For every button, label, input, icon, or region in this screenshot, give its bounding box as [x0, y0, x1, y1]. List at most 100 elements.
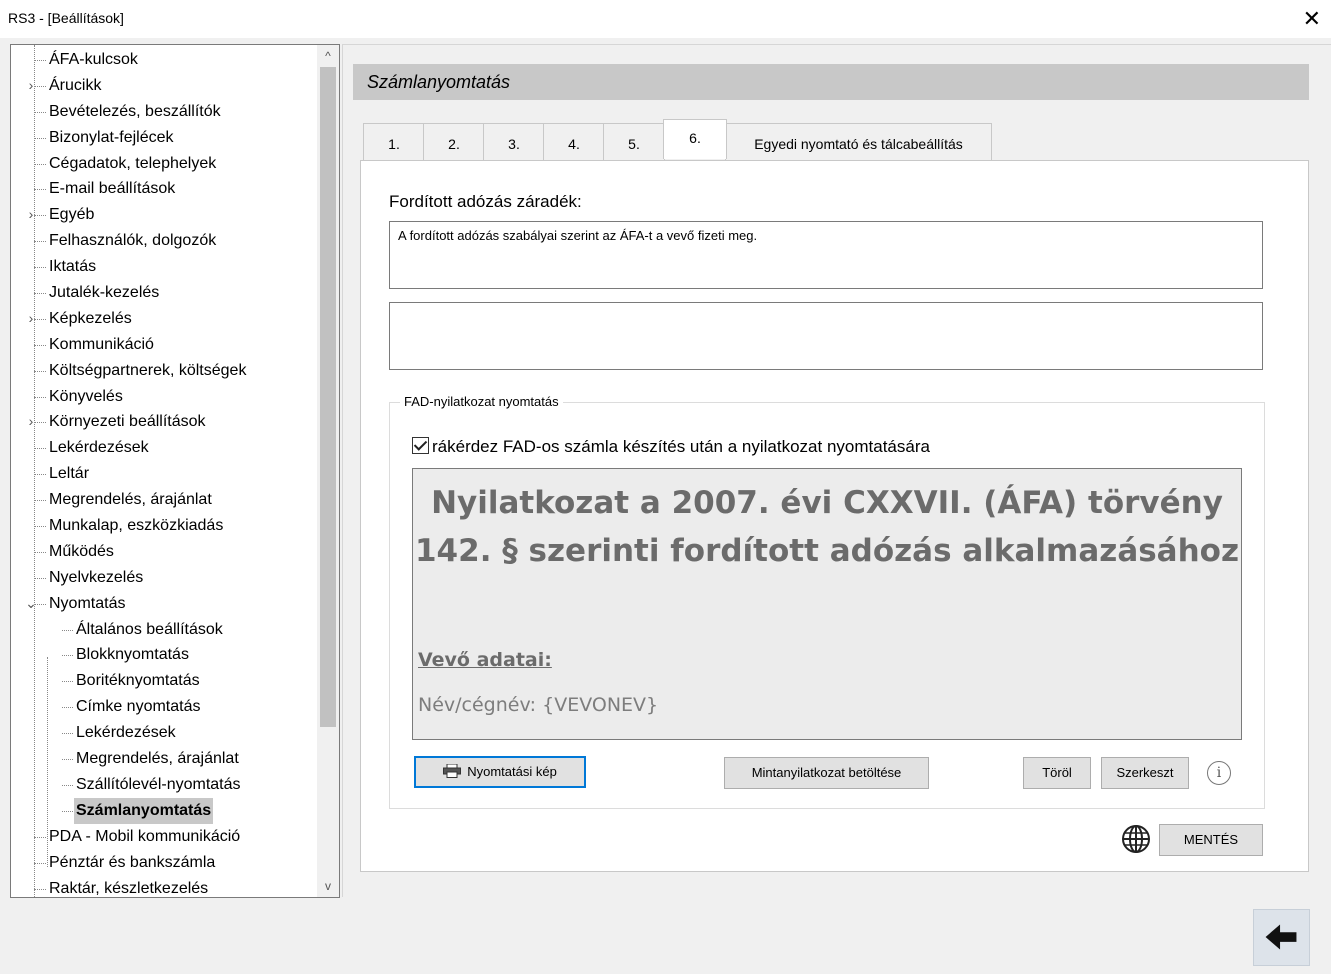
tree-item-label: PDA - Mobil kommunikáció — [49, 827, 241, 845]
fad-group-legend: FAD-nyilatkozat nyomtatás — [400, 394, 563, 409]
tree-item[interactable]: Lekérdezések — [11, 720, 316, 746]
tree-item-label: Nyomtatás — [49, 594, 126, 612]
tab-panel: Fordított adózás záradék: A fordított ad… — [360, 160, 1309, 872]
edit-button[interactable]: Szerkeszt — [1101, 757, 1189, 789]
tree-connector — [34, 241, 46, 243]
tree-item[interactable]: › Képkezelés — [11, 306, 316, 332]
tree-item-label: Címke nyomtatás — [76, 698, 201, 716]
chevron-right-icon[interactable]: › — [25, 73, 37, 99]
tree-item[interactable]: ⌄ Nyomtatás — [11, 591, 316, 617]
section-title: Számlanyomtatás — [367, 72, 511, 92]
tree-item[interactable]: Szállítólevél-nyomtatás — [11, 772, 316, 798]
reverse-charge-label: Fordított adózás záradék: — [389, 192, 582, 211]
chevron-right-icon[interactable]: › — [25, 202, 37, 228]
tree-item-label: Működés — [49, 542, 114, 560]
tree-connector — [34, 888, 46, 890]
chevron-down-icon[interactable]: ⌄ — [25, 591, 37, 617]
tree-item[interactable]: E-mail beállítások — [11, 176, 316, 202]
scroll-down-icon[interactable]: v — [317, 877, 339, 895]
chevron-right-icon[interactable]: › — [25, 409, 37, 435]
tree-connector — [34, 862, 46, 864]
tree-item[interactable]: Bevételezés, beszállítók — [11, 99, 316, 125]
tree-connector — [62, 759, 73, 761]
settings-content: Számlanyomtatás 1. 2. 3. 4. 5. 6. Egyedi nyomt… — [342, 44, 1331, 897]
tree-item[interactable]: ÁFA-kulcsok — [11, 47, 316, 73]
tree-item[interactable]: Nyelvkezelés — [11, 565, 316, 591]
chevron-right-icon[interactable]: › — [25, 306, 37, 332]
tree-item-label: Boritéknyomtatás — [76, 672, 200, 690]
back-button[interactable] — [1253, 909, 1310, 966]
tree-connector — [62, 629, 73, 631]
globe-icon[interactable] — [1121, 824, 1151, 854]
tree-item[interactable]: Megrendelés, árajánlat — [11, 487, 316, 513]
tree-connector — [34, 836, 46, 838]
tree-item-label: Iktatás — [49, 258, 97, 276]
tree-item-label: Blokknyomtatás — [76, 646, 189, 664]
tree-item-label: E-mail beállítások — [49, 180, 176, 198]
tab-7[interactable]: Egyedi nyomtató és tálcabeállítás — [725, 123, 992, 161]
tree-item[interactable]: Általános beállítások — [11, 617, 316, 643]
tree-item[interactable]: Cégadatok, telephelyek — [11, 151, 316, 177]
tree-item[interactable]: Működés — [11, 539, 316, 565]
tree-item[interactable]: Blokknyomtatás — [11, 642, 316, 668]
close-icon[interactable]: ✕ — [1303, 6, 1321, 32]
save-button[interactable]: MENTÉS — [1159, 824, 1263, 856]
reverse-charge-text-2[interactable] — [389, 302, 1263, 370]
printer-icon — [443, 764, 462, 778]
tab-6[interactable]: 6. — [663, 119, 727, 159]
tree-item[interactable]: Címke nyomtatás — [11, 694, 316, 720]
tree-item[interactable]: › Környezeti beállítások — [11, 409, 316, 435]
tree-item[interactable]: › Árucikk — [11, 73, 316, 99]
tree-connector — [34, 163, 46, 165]
tab-3[interactable]: 3. — [483, 123, 545, 161]
tree-item[interactable]: Boritéknyomtatás — [11, 668, 316, 694]
tree-item[interactable]: Leltár — [11, 461, 316, 487]
buyer-name-line: Név/cégnév: {VEVONEV} — [418, 694, 659, 716]
tab-4[interactable]: 4. — [543, 123, 605, 161]
tree-item-label: ÁFA-kulcsok — [49, 51, 138, 68]
tree-connector — [62, 733, 73, 735]
tree-item[interactable]: › Egyéb — [11, 202, 316, 228]
fad-ask-checkbox[interactable]: rákérdez FAD-os számla készítés után a n… — [412, 437, 930, 457]
tree-item-label: Raktár, készletkezelés — [49, 879, 209, 897]
tree-item[interactable]: Felhasználók, dolgozók — [11, 228, 316, 254]
tree-item-label: Egyéb — [49, 206, 95, 224]
tree-item[interactable]: Számlanyomtatás — [11, 797, 316, 824]
tree-item-label: Költségpartnerek, költségek — [49, 361, 247, 379]
tree-item[interactable]: Munkalap, eszközkiadás — [11, 513, 316, 539]
tree-item[interactable]: PDA - Mobil kommunikáció — [11, 824, 316, 850]
tree-item-label: Jutalék-kezelés — [49, 284, 160, 302]
tree-item[interactable]: Lekérdezések — [11, 435, 316, 461]
scroll-up-icon[interactable]: ^ — [317, 47, 339, 65]
tree-item-label: Munkalap, eszközkiadás — [49, 517, 224, 535]
tree-item-label: Felhasználók, dolgozók — [49, 232, 217, 250]
tree-item[interactable]: Költségpartnerek, költségek — [11, 358, 316, 384]
info-icon[interactable]: i — [1207, 761, 1231, 785]
tree-item[interactable]: Iktatás — [11, 254, 316, 280]
checkbox-checked-icon[interactable] — [412, 437, 429, 454]
tree-item-label: Szállítólevél-nyomtatás — [76, 775, 241, 793]
tab-5[interactable]: 5. — [603, 123, 665, 161]
tree-item-label: Árucikk — [49, 76, 102, 94]
delete-button[interactable]: Töröl — [1023, 757, 1091, 789]
tree-scrollbar[interactable]: ^ v — [317, 45, 339, 897]
tree-item-label: Bevételezés, beszállítók — [49, 102, 221, 120]
scrollbar-thumb[interactable] — [320, 67, 336, 727]
print-preview-label: Nyomtatási kép — [467, 764, 557, 779]
tree-item-label: Megrendelés, árajánlat — [76, 750, 239, 768]
tree-item[interactable]: Bizonylat-fejlécek — [11, 125, 316, 151]
tab-2[interactable]: 2. — [423, 123, 485, 161]
reverse-charge-text-1[interactable]: A fordított adózás szabályai szerint az … — [389, 221, 1263, 289]
tree-item[interactable]: Könyvelés — [11, 384, 316, 410]
tree-item[interactable]: Raktár, készletkezelés — [11, 876, 316, 898]
tree-connector — [34, 60, 46, 61]
tree-item[interactable]: Jutalék-kezelés — [11, 280, 316, 306]
tree-item[interactable]: Kommunikáció — [11, 332, 316, 358]
tree-item[interactable]: Megrendelés, árajánlat — [11, 746, 316, 772]
load-sample-button[interactable]: Mintanyilatkozat betöltése — [724, 757, 929, 789]
tree-item[interactable]: Pénztár és bankszámla — [11, 850, 316, 876]
tree-list: ÁFA-kulcsok › Árucikk Bevételezés, beszállí… — [11, 47, 316, 898]
tab-1[interactable]: 1. — [363, 123, 425, 161]
print-preview-button[interactable]: Nyomtatási kép — [414, 756, 586, 788]
tree-connector — [34, 189, 46, 191]
